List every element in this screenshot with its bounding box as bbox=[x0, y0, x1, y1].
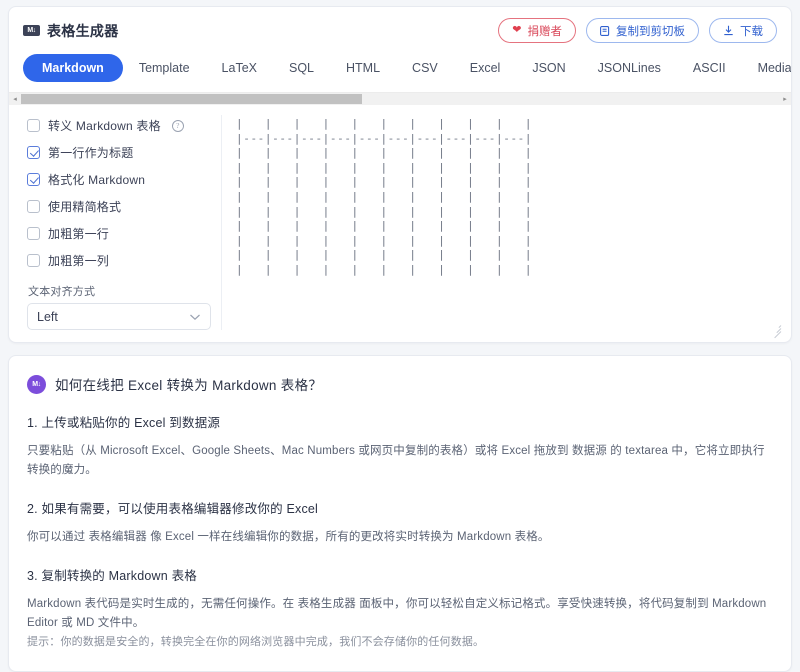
page-root: M↓ 表格生成器 ❤ 捐赠者 复制到剪切板 bbox=[0, 0, 800, 619]
tab-template[interactable]: Template bbox=[123, 54, 206, 82]
scrollbar-thumb[interactable] bbox=[21, 94, 362, 104]
clipboard-icon bbox=[600, 25, 610, 36]
textarea-resize-handle[interactable] bbox=[770, 323, 781, 334]
donate-button[interactable]: ❤ 捐赠者 bbox=[498, 18, 576, 43]
option-row-0[interactable]: 转义 Markdown 表格? bbox=[27, 117, 211, 134]
tab-html[interactable]: HTML bbox=[330, 54, 396, 82]
markdown-output-textarea[interactable] bbox=[236, 117, 783, 302]
help-steps: 1. 上传或粘贴你的 Excel 到数据源只要粘贴（从 Microsoft Ex… bbox=[27, 412, 773, 633]
info-icon[interactable]: ? bbox=[172, 120, 184, 132]
options-pane: 转义 Markdown 表格? 第一行作为标题格式化 Markdown 使用精简格式… bbox=[17, 115, 222, 330]
help-step-text-2: 你可以通过 表格编辑器 像 Excel 一样在线编辑你的数据，所有的更改将实时转… bbox=[27, 528, 773, 547]
option-row-4[interactable]: 加粗第一行 bbox=[27, 225, 211, 242]
tabs-horizontal-scrollbar[interactable]: ◂ ▸ bbox=[9, 92, 791, 105]
option-label: 第一行作为标题 bbox=[48, 144, 133, 161]
generator-card: M↓ 表格生成器 ❤ 捐赠者 复制到剪切板 bbox=[8, 6, 792, 343]
option-label: 转义 Markdown 表格 bbox=[48, 117, 161, 134]
tab-excel[interactable]: Excel bbox=[454, 54, 517, 82]
download-button-label: 下载 bbox=[740, 23, 763, 39]
checkbox-checked-icon[interactable] bbox=[27, 146, 40, 159]
donate-button-label: 捐赠者 bbox=[528, 23, 563, 39]
brand: M↓ 表格生成器 bbox=[23, 21, 119, 41]
option-label: 加粗第一行 bbox=[48, 225, 109, 242]
scroll-left-arrow-icon[interactable]: ◂ bbox=[9, 96, 21, 103]
checkbox-icon[interactable] bbox=[27, 227, 40, 240]
tab-ascii[interactable]: ASCII bbox=[677, 54, 742, 82]
checkbox-checked-icon[interactable] bbox=[27, 173, 40, 186]
scrollbar-track[interactable] bbox=[21, 93, 779, 105]
download-icon bbox=[723, 25, 734, 36]
editor-body: 转义 Markdown 表格? 第一行作为标题格式化 Markdown 使用精简格式… bbox=[9, 105, 791, 342]
option-label: 格式化 Markdown bbox=[48, 171, 145, 188]
header-actions: ❤ 捐赠者 复制到剪切板 bbox=[498, 18, 777, 43]
checkbox-icon[interactable] bbox=[27, 119, 40, 132]
help-step-title-2: 2. 如果有需要，可以使用表格编辑器修改你的 Excel bbox=[27, 498, 773, 517]
chevron-down-icon bbox=[189, 310, 201, 324]
option-row-1[interactable]: 第一行作为标题 bbox=[27, 144, 211, 161]
tab-json[interactable]: JSON bbox=[516, 54, 581, 82]
heart-icon: ❤ bbox=[512, 25, 521, 36]
tab-sql[interactable]: SQL bbox=[273, 54, 330, 82]
tab-latex[interactable]: LaTeX bbox=[206, 54, 273, 82]
markdown-icon: M↓ bbox=[23, 25, 40, 36]
help-step-text-1: 只要粘贴（从 Microsoft Excel、Google Sheets、Mac… bbox=[27, 442, 773, 480]
help-heading-text: 如何在线把 Excel 转换为 Markdown 表格？ bbox=[55, 374, 322, 394]
copy-button-label: 复制到剪切板 bbox=[616, 23, 685, 39]
download-button[interactable]: 下载 bbox=[709, 18, 777, 43]
help-step-title-1: 1. 上传或粘贴你的 Excel 到数据源 bbox=[27, 412, 773, 431]
tab-markdown[interactable]: Markdown bbox=[23, 54, 123, 82]
option-row-3[interactable]: 使用精简格式 bbox=[27, 198, 211, 215]
option-row-5[interactable]: 加粗第一列 bbox=[27, 252, 211, 269]
checkbox-icon[interactable] bbox=[27, 200, 40, 213]
tab-jsonlines[interactable]: JSONLines bbox=[582, 54, 677, 82]
format-tabs: MarkdownTemplateLaTeXSQLHTMLCSVExcelJSON… bbox=[9, 54, 791, 105]
markdown-preview-pane bbox=[222, 115, 783, 330]
help-card: M↓ 如何在线把 Excel 转换为 Markdown 表格？ 1. 上传或粘贴… bbox=[8, 355, 792, 672]
option-label: 加粗第一列 bbox=[48, 252, 109, 269]
help-tip: 提示：你的数据是安全的，转换完全在你的网络浏览器中完成，我们不会存储你的任何数据… bbox=[27, 633, 773, 651]
tab-csv[interactable]: CSV bbox=[396, 54, 454, 82]
text-align-select[interactable]: Left bbox=[27, 303, 211, 330]
help-step-title-3: 3. 复制转换的 Markdown 表格 bbox=[27, 565, 773, 584]
help-step-text-3: Markdown 表代码是实时生成的，无需任何操作。在 表格生成器 面板中，你可… bbox=[27, 595, 773, 633]
tab-mediawiki[interactable]: MediaWiki bbox=[742, 54, 792, 82]
copy-to-clipboard-button[interactable]: 复制到剪切板 bbox=[586, 18, 699, 43]
text-align-label: 文本对齐方式 bbox=[28, 283, 211, 299]
text-align-value: Left bbox=[37, 310, 58, 324]
option-row-2[interactable]: 格式化 Markdown bbox=[27, 171, 211, 188]
page-title: 表格生成器 bbox=[47, 21, 119, 41]
scroll-right-arrow-icon[interactable]: ▸ bbox=[779, 96, 791, 103]
markdown-badge-icon: M↓ bbox=[27, 375, 46, 394]
app-header: M↓ 表格生成器 ❤ 捐赠者 复制到剪切板 bbox=[9, 7, 791, 54]
option-label: 使用精简格式 bbox=[48, 198, 121, 215]
help-heading: M↓ 如何在线把 Excel 转换为 Markdown 表格？ bbox=[27, 374, 773, 394]
format-tabs-list: MarkdownTemplateLaTeXSQLHTMLCSVExcelJSON… bbox=[9, 54, 791, 92]
options-checkbox-list: 转义 Markdown 表格? 第一行作为标题格式化 Markdown 使用精简格式… bbox=[27, 117, 211, 269]
checkbox-icon[interactable] bbox=[27, 254, 40, 267]
